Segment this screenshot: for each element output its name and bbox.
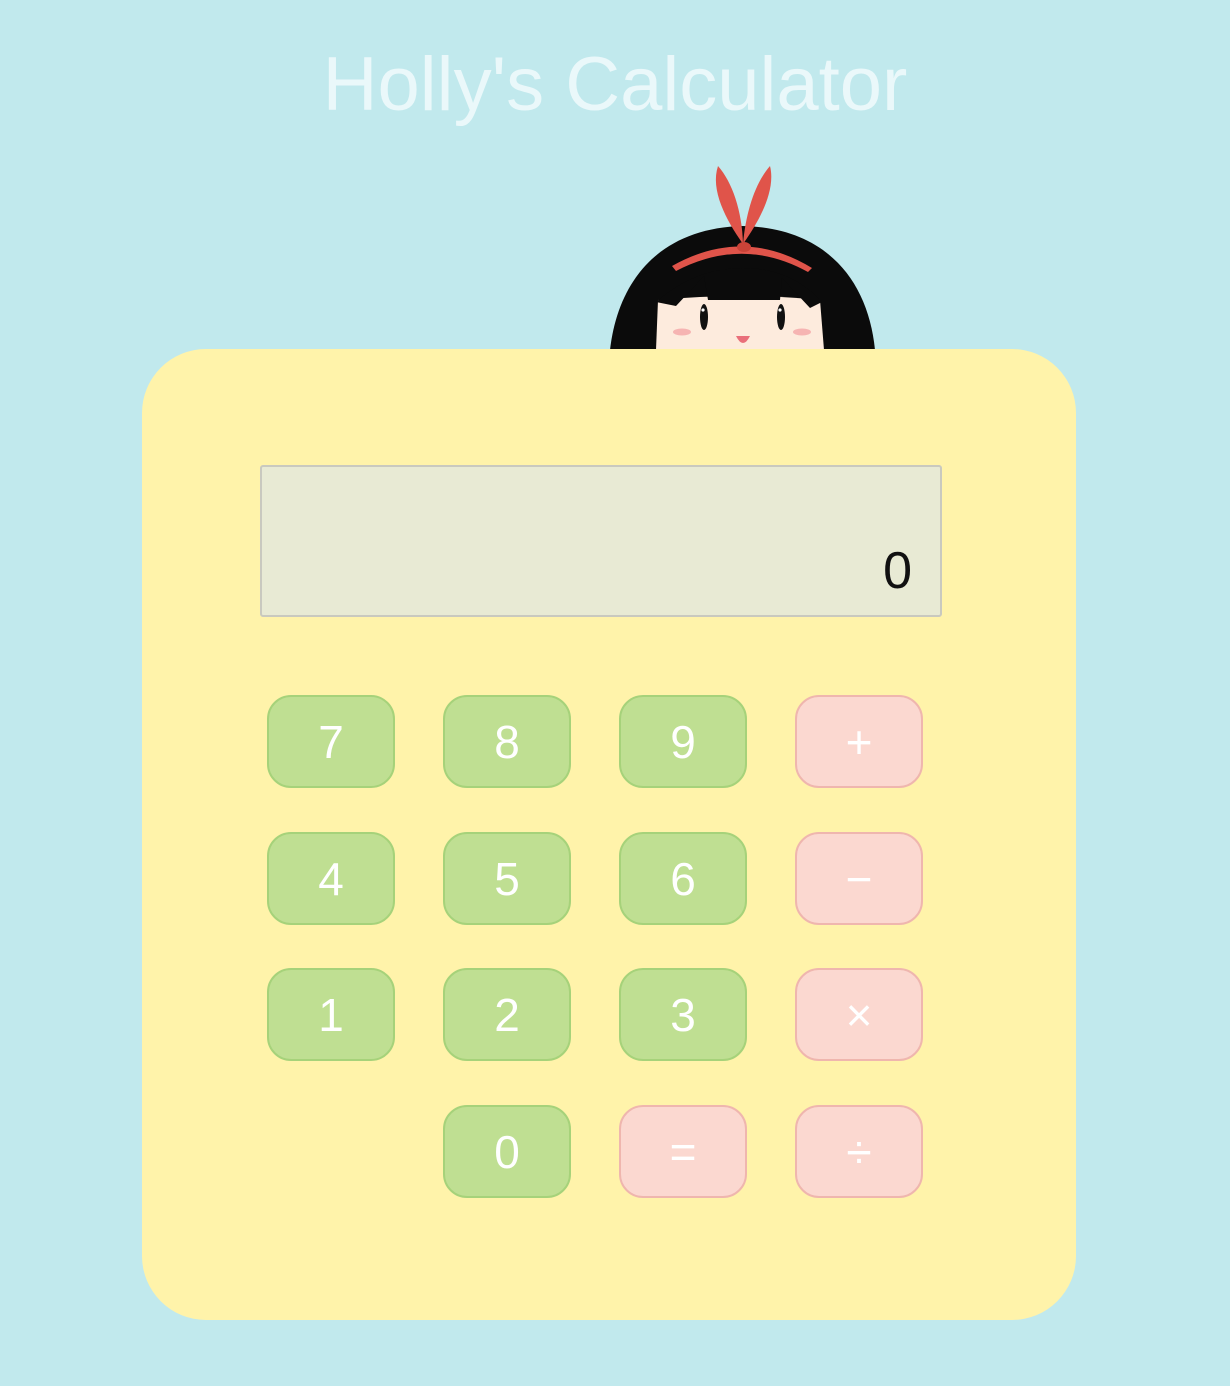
equals-button[interactable]: = (619, 1105, 747, 1198)
divide-button[interactable]: ÷ (795, 1105, 923, 1198)
key-0-button[interactable]: 0 (443, 1105, 571, 1198)
key-1-button[interactable]: 1 (267, 968, 395, 1061)
key-6-button[interactable]: 6 (619, 832, 747, 925)
key-3-button[interactable]: 3 (619, 968, 747, 1061)
page-title: Holly's Calculator (322, 42, 908, 127)
key-4-button[interactable]: 4 (267, 832, 395, 925)
display-value: 0 (883, 542, 912, 600)
calculator-display: 0 (260, 465, 942, 617)
key-5-button[interactable]: 5 (443, 832, 571, 925)
key-7-button[interactable]: 7 (267, 695, 395, 788)
girl-mascot-icon (610, 166, 875, 350)
key-8-button[interactable]: 8 (443, 695, 571, 788)
add-button[interactable]: + (795, 695, 923, 788)
key-9-button[interactable]: 9 (619, 695, 747, 788)
key-2-button[interactable]: 2 (443, 968, 571, 1061)
multiply-button[interactable]: × (795, 968, 923, 1061)
subtract-button[interactable]: − (795, 832, 923, 925)
